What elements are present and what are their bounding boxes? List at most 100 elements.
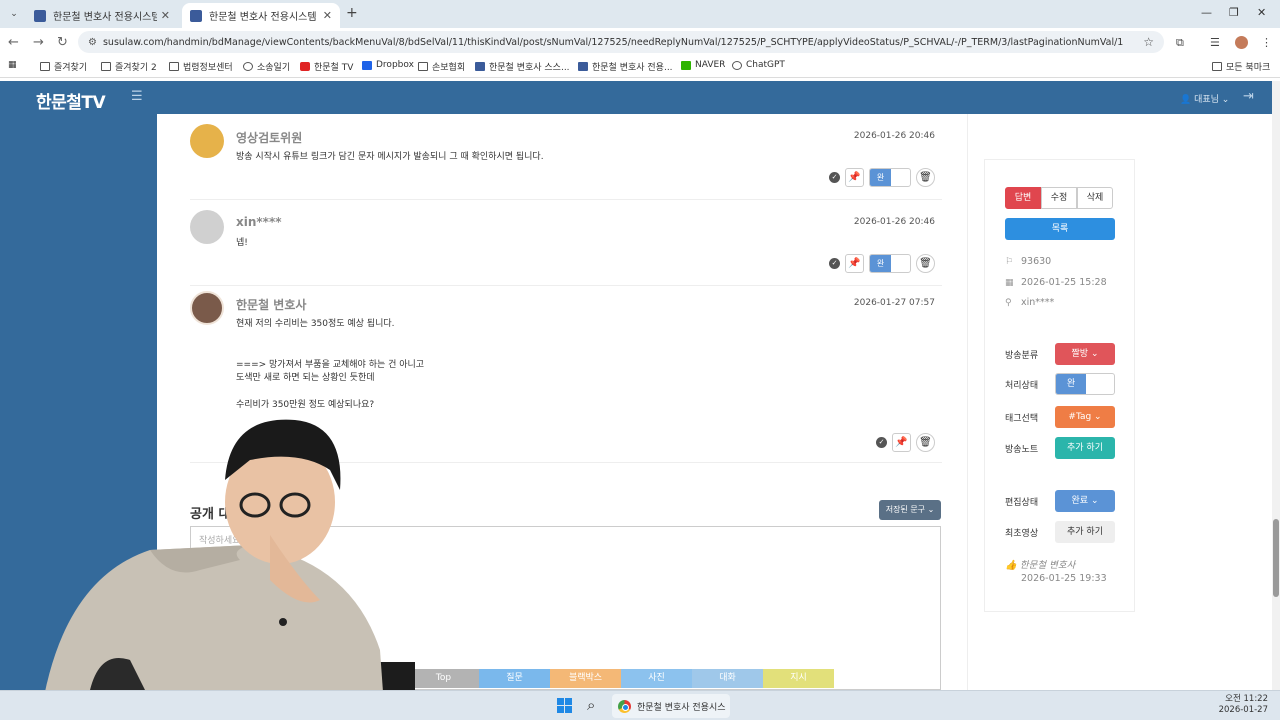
comment-text: 방송 시작시 유튜브 링크가 담긴 문자 메시지가 발송되니 그 때 확인하시면… [236,152,544,162]
bookmark-link[interactable]: ChatGPT [732,60,785,70]
reading-list-icon[interactable]: ☰ [1210,36,1220,49]
bookmark-folder[interactable]: 즐겨찾기 [40,60,87,73]
bookmark-label: 한문철 TV [314,63,354,73]
status-toggle[interactable]: 완 [869,253,911,273]
tab-close-icon[interactable]: ✕ [161,9,170,22]
pin-button[interactable]: 📌 [892,432,911,452]
user-name: 대표님 [1194,95,1219,105]
bookmark-link[interactable]: 한문철 변호사 전용... [578,60,673,73]
profile-avatar[interactable] [1235,36,1248,49]
search-icon[interactable]: ⌕ [587,696,595,714]
menu-toggle-icon[interactable]: ☰ [131,89,143,104]
system-clock[interactable]: 오전 11:22 2026-01-27 [1219,694,1268,716]
apps-grid-icon[interactable]: ▦ [8,60,17,70]
check-icon[interactable]: ✓ [829,171,840,183]
scrollbar-thumb[interactable] [1273,519,1279,597]
delete-button[interactable]: 삭제 [1077,187,1113,209]
tab-close-icon[interactable]: ✕ [323,9,332,22]
minimize-icon[interactable]: — [1201,6,1212,19]
list-button[interactable]: 목록 [1005,218,1115,240]
bookmark-link[interactable]: Dropbox [362,60,414,70]
quicknav-chat-button[interactable]: 대화 [692,669,763,688]
extensions-icon[interactable]: ⧉ [1176,36,1184,50]
avatar [190,210,224,244]
quicknav-question-button[interactable]: 질문 [479,669,550,688]
bookmark-folder[interactable]: 법령정보센터 [169,60,233,73]
delete-icon[interactable]: 🗑 [916,167,935,187]
delete-icon[interactable]: 🗑 [916,432,935,452]
check-icon[interactable]: ✓ [829,257,840,269]
status-toggle[interactable]: 완 [869,167,911,187]
pin-button[interactable]: 📌 [845,253,864,273]
windows-start-icon[interactable] [557,698,572,713]
site-logo[interactable]: 한문철TV [36,88,106,113]
quicknav-instruction-button[interactable]: 지시 [763,669,834,688]
field-label: 방송노트 [1005,445,1039,455]
post-number-value: 93630 [1021,256,1052,267]
comment-author: 영상검토위원 [236,131,303,145]
field-label: 태그선택 [1005,414,1039,424]
quicknav-photo-button[interactable]: 사진 [621,669,692,688]
comment-actions: ✓ 📌 🗑 [876,432,935,452]
new-tab-icon[interactable]: + [346,5,358,21]
process-status-toggle[interactable]: 완 [1055,373,1115,395]
last-edited-by: 👍 한문철 변호사 [1005,557,1075,571]
page-scrollbar[interactable] [1272,81,1280,690]
tab-search-icon[interactable]: ⌄ [6,6,22,22]
pin-button[interactable]: 📌 [845,167,864,187]
post-date-value: 2026-01-25 15:28 [1021,277,1107,288]
user-menu[interactable]: 👤 대표님 ⌄ [1180,92,1229,105]
add-video-button[interactable]: 추가 하기 [1055,521,1115,543]
bookmark-link[interactable]: 한문철 TV [300,60,353,73]
reply-button[interactable]: 답변 [1005,187,1041,209]
bookmark-link[interactable]: 손보협회 [418,60,465,73]
saved-phrases-button[interactable]: 저장된 문구 ⌄ [879,500,941,520]
taskbar-chrome-app[interactable]: 한문철 변호사 전용시스 [612,694,730,718]
more-menu-icon[interactable]: ⋮ [1261,36,1272,49]
all-bookmarks-folder[interactable]: 모든 북마크 [1212,60,1270,73]
bookmark-link[interactable]: 한문철 변호사 스스... [475,60,570,73]
os-taskbar: ⌕ 한문철 변호사 전용시스 오전 11:22 2026-01-27 [0,690,1280,720]
site-info-icon[interactable]: ⚙ [88,37,97,48]
bookmark-link[interactable]: 소송일기 [243,60,290,73]
tag-select-row: 태그선택 #Tag ⌄ [1005,406,1115,428]
back-icon[interactable]: ← [8,35,19,50]
tag-select-dropdown[interactable]: #Tag ⌄ [1055,406,1115,428]
edit-status-dropdown[interactable]: 완료 ⌄ [1055,490,1115,512]
logout-icon[interactable]: ⇥ [1243,89,1254,104]
delete-icon[interactable]: 🗑 [916,253,935,273]
bookmark-link[interactable]: NAVER [681,60,725,70]
broadcast-category-dropdown[interactable]: 짤방 ⌄ [1055,343,1115,365]
url-field[interactable]: ⚙ susulaw.com/handmin/bdManage/viewConte… [78,31,1164,53]
bookmark-folder[interactable]: 즐겨찾기 2 [101,60,157,73]
restore-icon[interactable]: ❐ [1229,6,1239,19]
edit-button[interactable]: 수정 [1041,187,1077,209]
post-info-panel: 답변 수정 삭제 목록 ⚐ 93630 ▦ 2026-01-25 15:28 ⚲ xi… [984,159,1135,612]
post-number: ⚐ 93630 [1005,256,1051,267]
folder-icon [1212,62,1222,71]
microphone [279,618,287,626]
post-author: ⚲ xin**** [1005,297,1054,308]
bookmark-star-icon[interactable]: ☆ [1143,35,1154,49]
check-icon[interactable]: ✓ [876,436,887,448]
bookmark-label: ChatGPT [746,60,785,70]
browser-tab-2[interactable]: 한문철 변호사 전용시스템 ✕ [182,3,340,28]
clock-time: 오전 11:22 [1225,694,1268,704]
comment-item: 영상검토위원 2026-01-26 20:46 방송 시작시 유튜브 링크가 담… [190,124,942,199]
last-edited-date: 2026-01-25 19:33 [1021,573,1107,584]
toggle-label: 완 [870,168,891,186]
browser-tab-1[interactable]: 한문철 변호사 전용시스템 ✕ [26,3,178,28]
thumbs-up-icon: 👍 [1005,560,1017,571]
field-label: 방송분류 [1005,351,1039,361]
comment-actions: ✓ 📌 완 🗑 [829,253,935,273]
divider [190,199,942,200]
add-note-button[interactable]: 추가 하기 [1055,437,1115,459]
link-icon [418,62,428,71]
reload-icon[interactable]: ↻ [57,35,68,50]
comment-actions: ✓ 📌 완 🗑 [829,167,935,187]
quicknav-blackbox-button[interactable]: 블랙박스 [550,669,621,688]
window-close-icon[interactable]: ✕ [1257,6,1266,19]
divider [190,285,942,286]
forward-icon[interactable]: → [33,35,44,50]
bookmark-label: 한문철 변호사 스스... [489,63,570,73]
